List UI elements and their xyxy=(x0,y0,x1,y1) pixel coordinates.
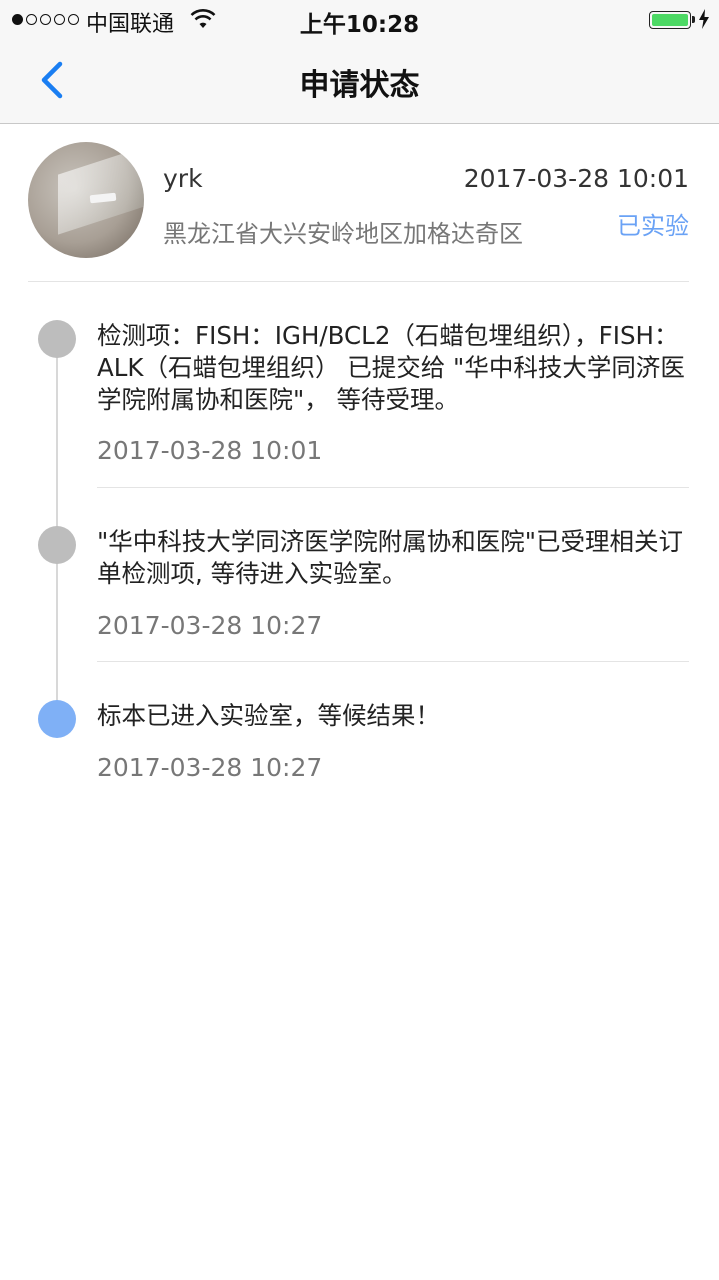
timeline-time: 2017-03-28 10:27 xyxy=(97,611,323,640)
status-bar: 中国联通 上午10:28 xyxy=(0,0,719,40)
timeline-time: 2017-03-28 10:01 xyxy=(97,436,323,465)
status-time: 上午10:28 xyxy=(299,12,420,38)
battery-icon xyxy=(649,11,695,29)
request-summary: yrk 2017-03-28 10:01 黑龙江省大兴安岭地区加格达奇区 已实验 xyxy=(0,124,719,282)
timeline-node xyxy=(38,320,76,358)
divider xyxy=(28,281,689,282)
divider xyxy=(97,661,689,662)
timeline-time: 2017-03-28 10:27 xyxy=(97,753,323,782)
navigation-bar: 申请状态 xyxy=(0,40,719,124)
timeline-message: 标本已进入实验室，等候结果！ xyxy=(97,701,440,730)
status-badge: 已实验 xyxy=(617,212,689,240)
timeline-message: "华中科技大学同济医学院附属协和医院"已受理相关订单检测项, 等待进入实验室。 xyxy=(97,527,684,588)
timeline-node-current xyxy=(38,700,76,738)
avatar xyxy=(28,142,144,258)
avatar-photo-detail xyxy=(58,145,144,235)
charging-bolt-icon xyxy=(699,9,709,33)
request-time: 2017-03-28 10:01 xyxy=(463,164,689,193)
username: yrk xyxy=(163,164,203,193)
divider xyxy=(97,487,689,488)
timeline-message: 检测项：FISH：IGH/BCL2（石蜡包埋组织），FISH：ALK（石蜡包埋组… xyxy=(97,321,685,414)
battery-level xyxy=(652,14,688,26)
page-title: 申请状态 xyxy=(299,68,420,103)
app-screen: 中国联通 上午10:28 申请状态 yrk 2017-03-28 10:01 黑… xyxy=(0,0,719,1280)
timeline-node xyxy=(38,526,76,564)
location: 黑龙江省大兴安岭地区加格达奇区 xyxy=(163,220,523,248)
